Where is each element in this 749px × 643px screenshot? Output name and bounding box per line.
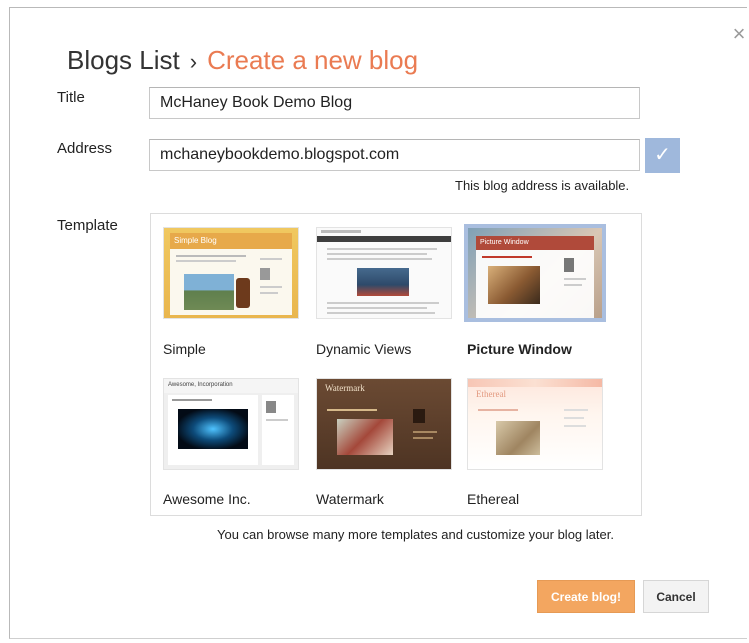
template-watermark-header-text: Watermark xyxy=(325,383,365,393)
template-ethereal-header-text: Ethereal xyxy=(476,389,506,399)
template-picture-window-header-text: Picture Window xyxy=(480,239,529,246)
availability-message: This blog address is available. xyxy=(455,178,630,193)
breadcrumb-separator-icon: › xyxy=(189,49,198,74)
title-label: Title xyxy=(57,89,85,106)
template-gallery: Simple Blog Simple Dynamic Views Picture… xyxy=(150,213,642,516)
template-picture-window-thumbnail: Picture Window xyxy=(464,224,606,322)
template-watermark[interactable]: Watermark Watermark xyxy=(316,378,456,507)
title-input[interactable] xyxy=(149,87,640,119)
address-label: Address xyxy=(57,140,113,157)
template-dynamic-views-name: Dynamic Views xyxy=(316,341,412,357)
template-ethereal-name: Ethereal xyxy=(467,491,520,507)
close-icon[interactable]: × xyxy=(727,22,749,46)
template-picture-window[interactable]: Picture Window Picture Window xyxy=(464,224,607,357)
template-dynamic-views[interactable]: Dynamic Views xyxy=(316,227,456,357)
template-simple-name: Simple xyxy=(163,341,206,357)
template-awesome-inc[interactable]: Awesome, Incorporation Awesome Inc. xyxy=(163,378,303,507)
template-simple-header-text: Simple Blog xyxy=(174,236,217,245)
template-awesome-inc-thumbnail: Awesome, Incorporation xyxy=(163,378,299,470)
template-ethereal[interactable]: Ethereal Ethereal xyxy=(467,378,607,507)
page-title: Blogs List › Create a new blog xyxy=(67,45,418,76)
templates-hint: You can browse many more templates and c… xyxy=(217,527,614,542)
cancel-button[interactable]: Cancel xyxy=(643,580,709,613)
create-blog-button[interactable]: Create blog! xyxy=(537,580,635,613)
template-picture-window-name: Picture Window xyxy=(467,341,572,357)
template-ethereal-thumbnail: Ethereal xyxy=(467,378,603,470)
template-watermark-name: Watermark xyxy=(316,491,384,507)
address-input[interactable] xyxy=(149,139,640,171)
breadcrumb-blogs-list[interactable]: Blogs List xyxy=(67,45,180,75)
template-watermark-thumbnail: Watermark xyxy=(316,378,452,470)
template-awesome-inc-header-text: Awesome, Incorporation xyxy=(168,382,233,388)
template-simple[interactable]: Simple Blog Simple xyxy=(163,227,303,357)
breadcrumb-current: Create a new blog xyxy=(207,45,419,75)
template-awesome-inc-name: Awesome Inc. xyxy=(163,491,251,507)
template-dynamic-views-thumbnail xyxy=(316,227,452,319)
check-availability-icon[interactable]: ✓ xyxy=(645,138,680,173)
template-simple-thumbnail: Simple Blog xyxy=(163,227,299,319)
template-label: Template xyxy=(57,217,118,234)
